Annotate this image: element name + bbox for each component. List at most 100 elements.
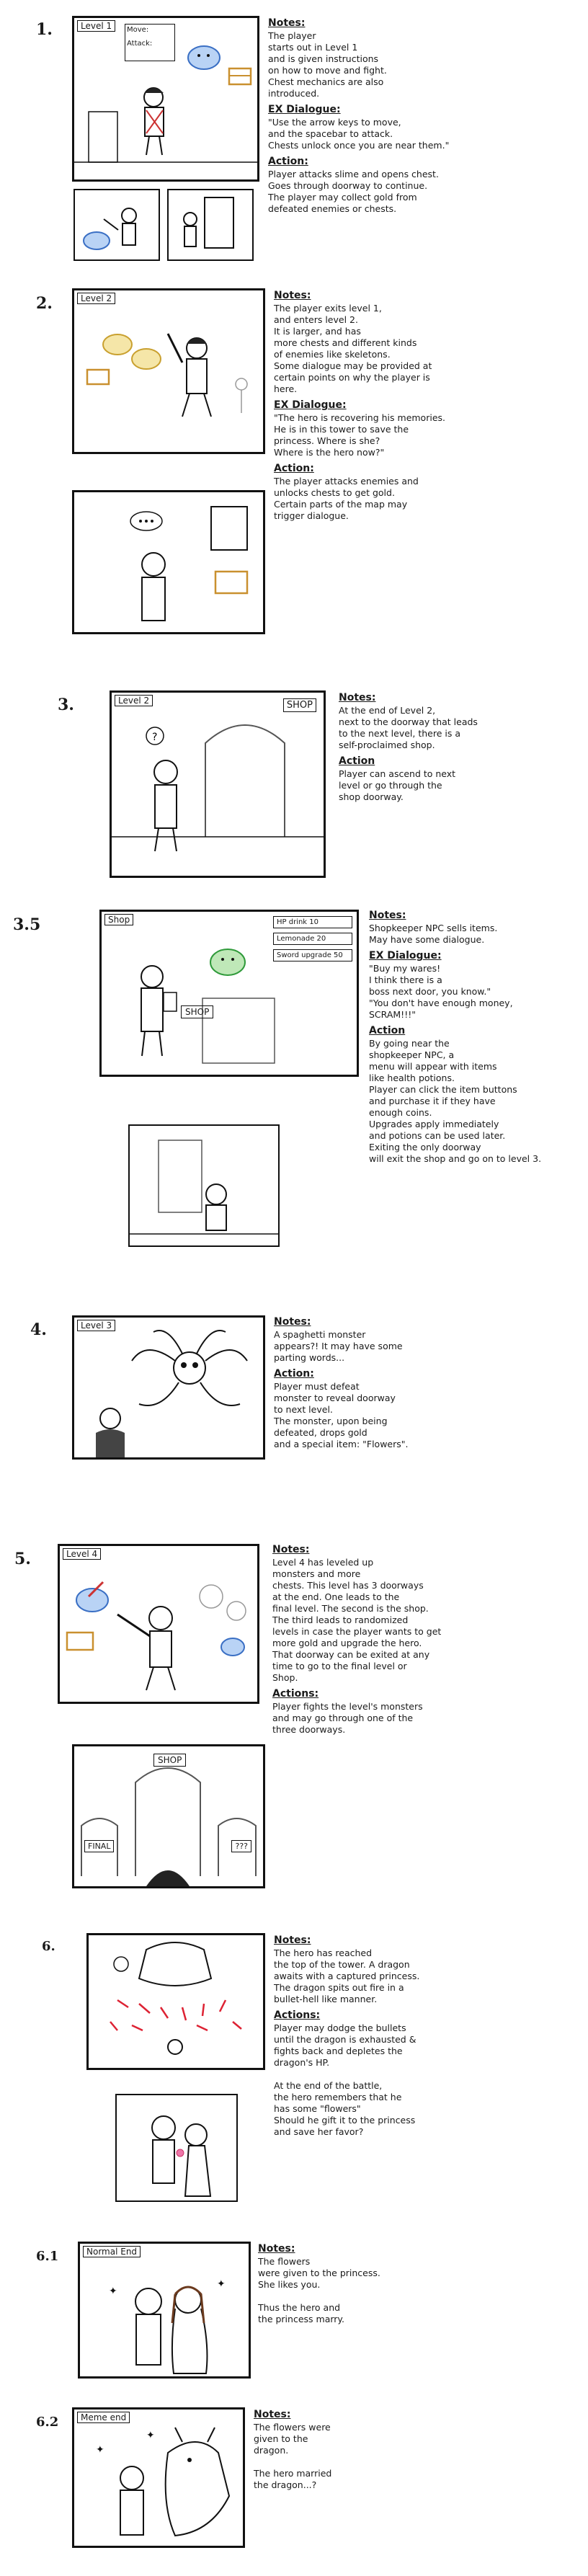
storyboard-panel: Level 2 [72, 288, 265, 454]
scene-notes: Notes: A spaghetti monster appears?! It … [274, 1316, 569, 1454]
notes-text: At the end of Level 2, next to the doorw… [339, 705, 478, 750]
scene-notes: Notes: Level 4 has leveled up monsters a… [272, 1544, 575, 1740]
storyboard-subpanel [115, 2094, 238, 2202]
scene-number: 3.5 [13, 915, 41, 934]
dialogue-heading: EX Dialogue: [369, 950, 442, 961]
notes-text: The hero has reached the top of the towe… [274, 1947, 420, 2004]
svg-text:✦: ✦ [96, 2444, 104, 2456]
svg-text:?: ? [152, 732, 157, 743]
panel-label: Normal End [83, 2246, 141, 2257]
svg-text:✦: ✦ [217, 2278, 226, 2290]
svg-text:✦: ✦ [146, 2430, 155, 2441]
action-heading: Actions: [274, 2009, 321, 2021]
shop-item-lemonade[interactable]: Lemonade 20 [273, 933, 352, 945]
flowers-sketch [151, 2115, 212, 2197]
dialogue-text: "The hero is recovering his memories. He… [274, 412, 445, 458]
notes-text: The flowers were given to the princess. … [258, 2256, 380, 2324]
notes-heading: Notes: [268, 17, 306, 29]
action-text: Player attacks slime and opens chest. Go… [268, 169, 439, 214]
notes-text: Shopkeeper NPC sells items. May have som… [369, 923, 498, 945]
storyboard-panel: Meme end ✦ ✦ [72, 2407, 245, 2548]
svg-text:✦: ✦ [109, 2286, 117, 2297]
action-heading: Action: [274, 1368, 314, 1380]
action-text: Player must defeat monster to reveal doo… [274, 1381, 409, 1449]
scene-number: 1. [36, 20, 53, 39]
random-door-sign: ??? [231, 1840, 251, 1852]
panel-label: Shop [104, 914, 134, 925]
storyboard-panel: Level 4 [58, 1544, 259, 1704]
action-heading: Action: [268, 156, 308, 167]
storyboard-subpanel [74, 189, 160, 261]
scene-sketch [66, 1581, 246, 1691]
notes-text: The player starts out in Level 1 and is … [268, 30, 387, 99]
action-text: By going near the shopkeeper NPC, a menu… [369, 1038, 542, 1164]
storyboard-panel: Level 1 Move: Attack: [72, 16, 259, 182]
scene-notes: Notes: The flowers were given to the dra… [254, 2409, 556, 2495]
scene-number: 6.1 [36, 2249, 59, 2264]
doorways-sketch [81, 1767, 257, 1886]
notes-heading: Notes: [274, 1935, 311, 1946]
storyboard-panel [86, 1933, 265, 2070]
dialogue-text: "Buy my wares! I think there is a boss n… [369, 963, 513, 1020]
notes-heading: Notes: [274, 1316, 311, 1328]
notes-heading: Notes: [254, 2409, 291, 2420]
scene-sketch [74, 45, 257, 163]
final-door-sign: FINAL [84, 1840, 115, 1852]
scene-notes: Notes: The flowers were given to the pri… [258, 2243, 561, 2329]
scene-number: 3. [58, 696, 74, 714]
storyboard-panel: Level 3 [72, 1315, 265, 1460]
shop-door-sign: SHOP [153, 1754, 187, 1767]
action-text: Player fights the level's monsters and m… [272, 1701, 423, 1735]
scene-sketch [96, 1330, 248, 1457]
dialogue-heading: EX Dialogue: [274, 399, 347, 411]
panel-label: Level 3 [77, 1320, 116, 1331]
notes-heading: Notes: [369, 910, 406, 921]
scene-number: 2. [36, 294, 53, 313]
storyboard-subpanel [167, 189, 254, 261]
notes-text: A spaghetti monster appears?! It may hav… [274, 1329, 403, 1363]
notes-heading: Notes: [258, 2243, 295, 2255]
notes-heading: Notes: [274, 290, 311, 301]
storyboard-subpanel [128, 1124, 280, 1247]
notes-text: The player exits level 1, and enters lev… [274, 303, 432, 394]
memory-sketch [130, 506, 249, 621]
action-heading: Action [369, 1025, 406, 1036]
shop-item-hp-drink[interactable]: HP drink 10 [273, 916, 352, 928]
doorway-sketch [183, 197, 234, 249]
scene-number: 6. [42, 1939, 55, 1954]
notes-heading: Notes: [339, 692, 376, 703]
scene-notes: Notes: Shopkeeper NPC sells items. May h… [369, 910, 578, 1169]
scene-notes: Notes: The player exits level 1, and ent… [274, 290, 569, 526]
shop-menu: HP drink 10 Lemonade 20 Sword upgrade 50 [273, 916, 352, 961]
panel-label: Level 2 [115, 695, 153, 706]
storyboard-panel: Shop HP drink 10 Lemonade 20 Sword upgra… [99, 910, 359, 1077]
meme-end-sketch: ✦ ✦ [96, 2427, 231, 2537]
dialogue-text: "Use the arrow keys to move, and the spa… [268, 117, 450, 151]
dialogue-heading: EX Dialogue: [268, 104, 341, 115]
shop-sign: SHOP [282, 698, 316, 712]
panel-label: Level 2 [77, 293, 116, 304]
shop-item-sword-upgrade[interactable]: Sword upgrade 50 [273, 949, 352, 961]
storyboard-panel: Level 2 SHOP ? [110, 690, 326, 878]
exit-sketch [130, 1140, 278, 1235]
action-heading: Action [339, 755, 375, 767]
action-heading: Actions: [272, 1688, 319, 1700]
action-text: Player may dodge the bullets until the d… [274, 2022, 416, 2137]
normal-end-sketch: ✦ ✦ [109, 2278, 226, 2374]
scene-notes: Notes: The player starts out in Level 1 … [268, 17, 571, 219]
storyboard-panel [72, 490, 265, 634]
scene-number: 6.2 [36, 2415, 59, 2430]
scene-notes: Notes: At the end of Level 2, next to th… [339, 692, 569, 807]
scene-number: 4. [30, 1320, 47, 1339]
notes-text: The flowers were given to the dragon. Th… [254, 2422, 332, 2490]
action-text: The player attacks enemies and unlocks c… [274, 476, 419, 521]
storyboard-panel: Normal End ✦ ✦ [78, 2242, 251, 2379]
boss-sketch [110, 1942, 242, 2055]
scene-sketch [86, 333, 248, 417]
notes-text: Level 4 has leveled up monsters and more… [272, 1557, 442, 1683]
storyboard-panel: SHOP FINAL ??? [72, 1744, 265, 1888]
scene-sketch: ? [112, 724, 324, 852]
panel-label: Meme end [77, 2412, 130, 2423]
scene-notes: Notes: The hero has reached the top of t… [274, 1935, 569, 2142]
panel-label: Level 4 [63, 1548, 102, 1560]
